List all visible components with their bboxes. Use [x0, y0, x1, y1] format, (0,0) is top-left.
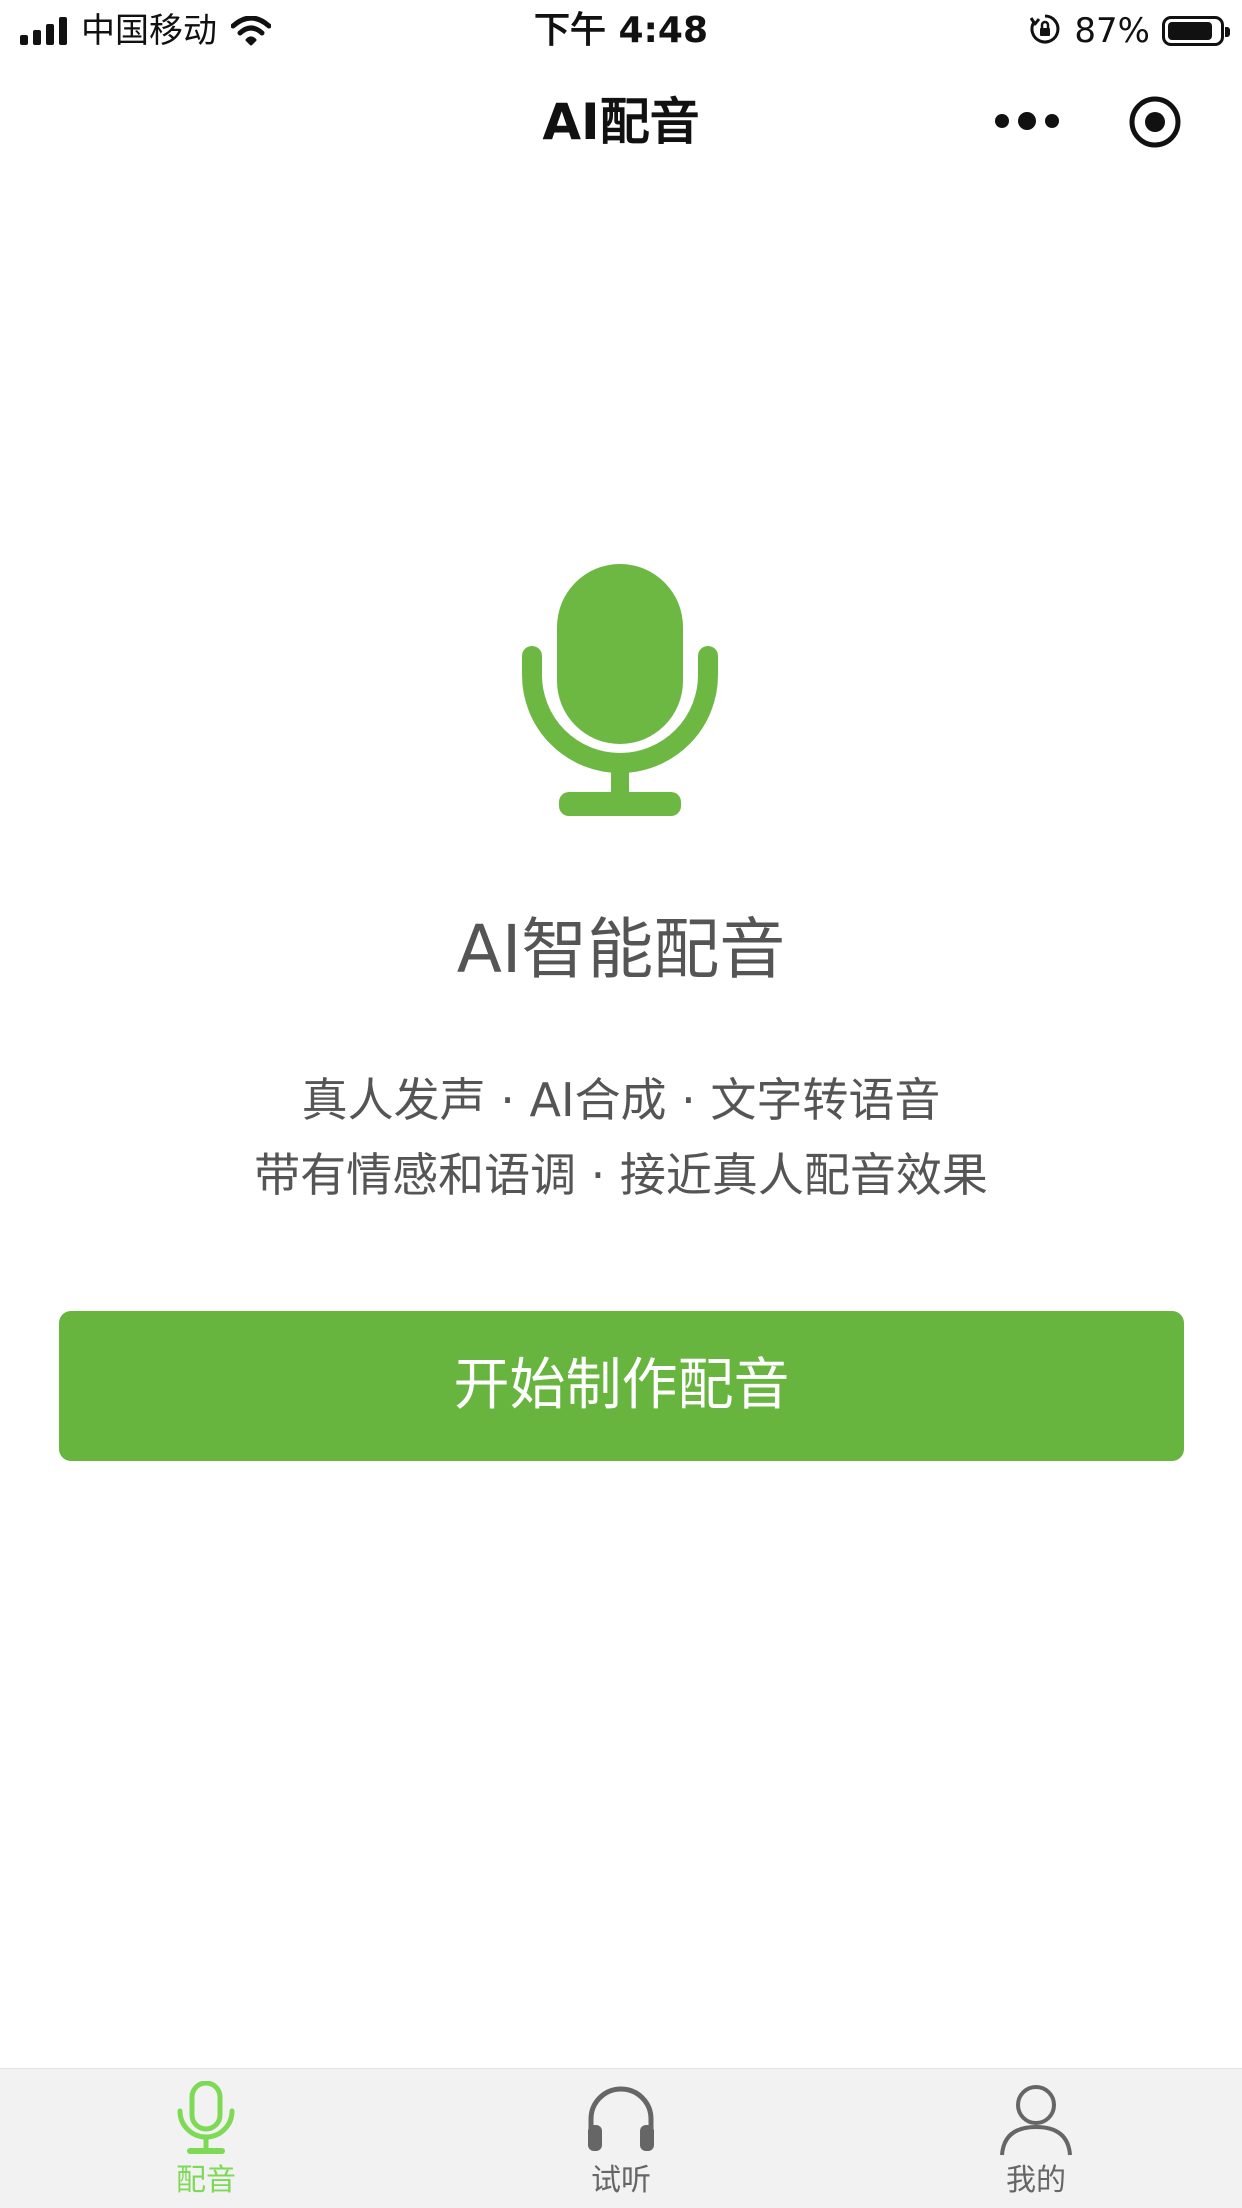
orientation-lock-icon — [1028, 12, 1062, 50]
hero-description-line-1: 真人发声 · AI合成 · 文字转语音 — [301, 1073, 941, 1127]
tab-dubbing[interactable]: 配音 — [106, 2073, 306, 2203]
status-bar: 中国移动 下午 4:48 87% — [0, 0, 1242, 62]
start-dubbing-button[interactable]: 开始制作配音 — [59, 1311, 1184, 1461]
microphone-icon — [177, 2081, 235, 2154]
tab-label-dubbing: 配音 — [176, 2163, 236, 2198]
microphone-icon — [520, 560, 720, 820]
tab-bar: 配音 试听 我的 — [0, 2068, 1242, 2208]
tab-label-mine: 我的 — [1006, 2163, 1066, 2198]
tab-label-listen: 试听 — [591, 2163, 651, 2198]
more-icon-dot — [1018, 112, 1036, 130]
hero-title: AI智能配音 — [456, 911, 786, 988]
status-right: 87% — [1028, 10, 1230, 52]
close-button[interactable] — [1128, 95, 1182, 149]
tab-mine[interactable]: 我的 — [936, 2073, 1136, 2203]
nav-bar: AI配音 — [0, 62, 1242, 182]
more-icon-dot — [1045, 114, 1059, 128]
user-icon — [1000, 2085, 1072, 2156]
battery-icon — [1162, 16, 1230, 46]
more-button[interactable] — [995, 106, 1059, 136]
more-icon — [995, 114, 1009, 128]
hero-description-line-2: 带有情感和语调 · 接近真人配音效果 — [254, 1148, 988, 1202]
close-target-icon — [1129, 96, 1181, 148]
battery-percentage: 87% — [1074, 11, 1150, 51]
headphones-icon — [588, 2086, 654, 2151]
battery-fill — [1168, 22, 1212, 40]
tab-listen[interactable]: 试听 — [521, 2073, 721, 2203]
